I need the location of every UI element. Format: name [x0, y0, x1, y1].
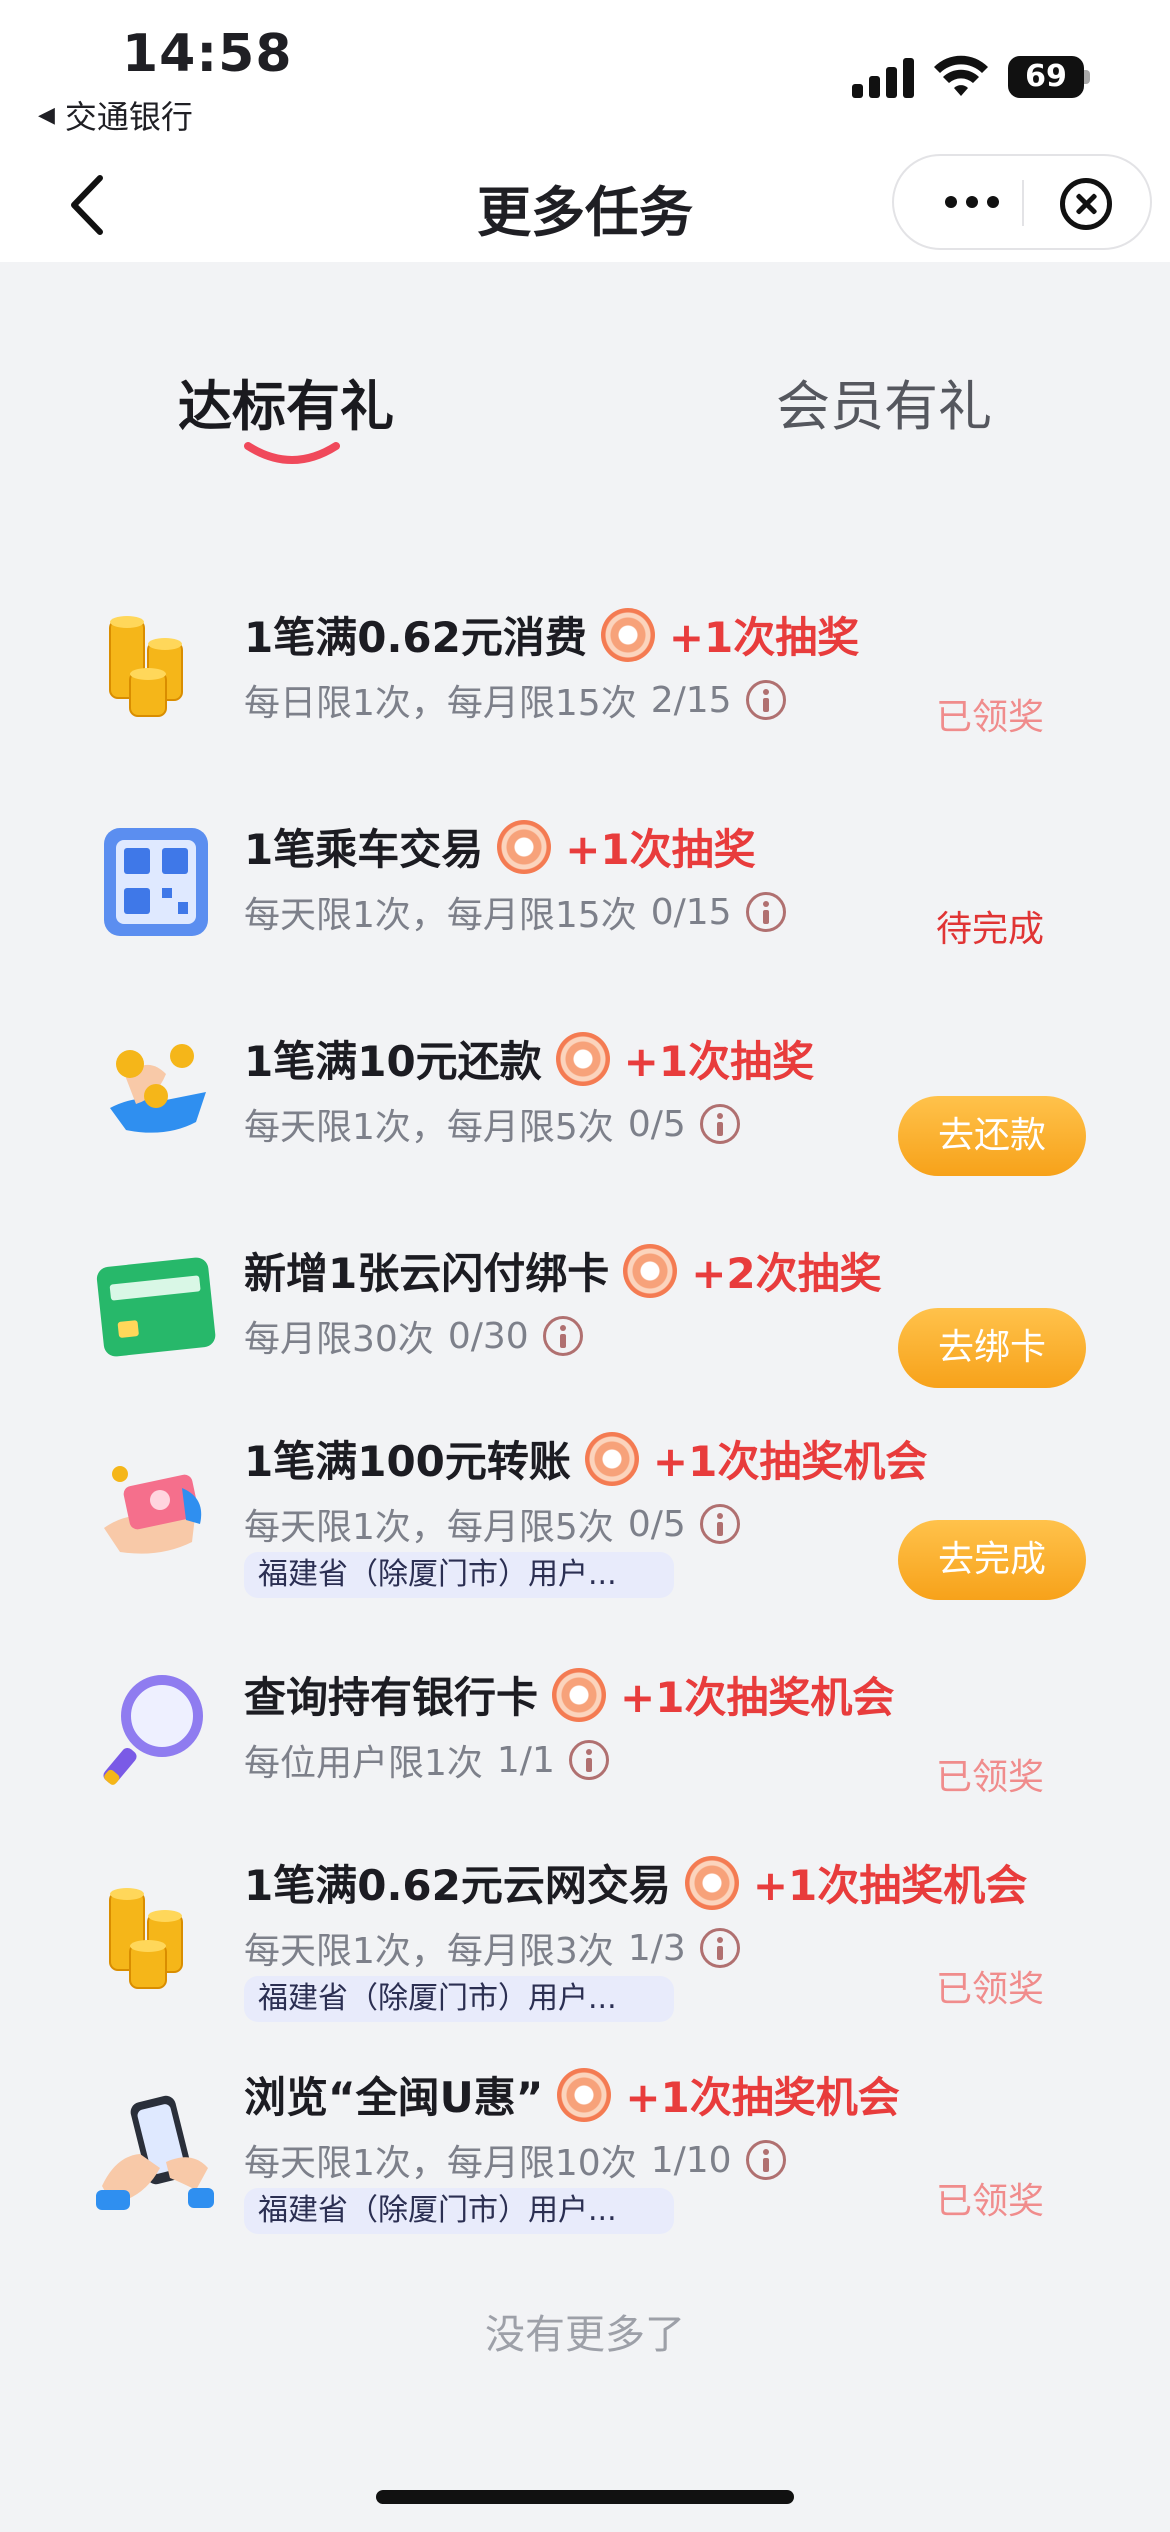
gold-coins-icon: [109, 616, 183, 717]
lottery-coin-icon: [584, 1431, 639, 1486]
info-icon[interactable]: [542, 1316, 583, 1356]
task-item: 新增1张云闪付绑卡 +2次抽奖 每月限30次 0/30 去绑卡: [0, 1240, 1170, 1440]
task-item: 1笔满0.62元云网交易 +1次抽奖机会 每天限1次，每月限3次 1/3 福建省…: [0, 1852, 1170, 2052]
status-claimed: 已领奖: [935, 697, 1044, 738]
lottery-coin-icon: [557, 2067, 612, 2122]
task-progress: 0/30: [447, 1315, 529, 1357]
task-progress: 1/10: [650, 2139, 732, 2181]
task-title: 1笔满0.62元消费: [244, 613, 587, 662]
hand-coins-icon: [110, 1044, 206, 1133]
no-more-footer: 没有更多了: [485, 2312, 685, 2358]
battery-icon: 69: [1008, 56, 1090, 98]
region-restriction-badge: 福建省（除厦门市）用户...: [244, 1976, 674, 2022]
task-reward: +1次抽奖机会: [652, 1437, 928, 1486]
tab-standard-rewards[interactable]: 达标有礼: [178, 362, 394, 441]
task-limit: 每天限1次，每月限5次: [244, 1107, 614, 1148]
task-reward: +1次抽奖: [565, 825, 756, 874]
task-title: 浏览“全闽U惠”: [244, 2073, 544, 2122]
nav-bar: 更多任务: [0, 150, 1170, 262]
status-claimed: 已领奖: [935, 1757, 1044, 1798]
task-limit: 每日限1次，每月限15次: [244, 683, 637, 724]
magnifier-icon: [103, 1675, 203, 1785]
task-title: 1笔满100元转账: [244, 1437, 571, 1486]
info-icon[interactable]: [699, 1928, 740, 1968]
task-title: 1笔乘车交易: [244, 825, 484, 874]
capsule-divider: [1022, 180, 1024, 226]
info-icon[interactable]: [745, 2140, 786, 2180]
back-to-app-link[interactable]: ◀ 交通银行: [38, 92, 193, 138]
info-icon[interactable]: [745, 892, 786, 932]
task-limit: 每天限1次，每月限3次: [244, 1931, 614, 1972]
task-item: 1笔满0.62元消费 +1次抽奖 每日限1次，每月限15次 2/15 已领奖: [0, 604, 1170, 804]
status-claimed: 已领奖: [935, 1969, 1044, 2010]
task-progress: 1/1: [496, 1739, 555, 1781]
go-complete-button[interactable]: 去完成: [898, 1520, 1086, 1600]
info-icon[interactable]: [699, 1504, 740, 1544]
task-item: 1笔满100元转账 +1次抽奖机会 每天限1次，每月限5次 0/5 福建省（除厦…: [0, 1428, 1170, 1628]
task-item: 1笔乘车交易 +1次抽奖 每天限1次，每月限15次 0/15 待完成: [0, 816, 1170, 1016]
task-reward: +1次抽奖: [668, 613, 860, 662]
status-bar: 14:58 ◀ 交通银行 69: [0, 0, 1170, 150]
task-reward: +1次抽奖: [623, 1037, 815, 1086]
task-reward: +1次抽奖机会: [625, 2073, 900, 2122]
back-app-label: 交通银行: [64, 98, 193, 136]
tab-member-rewards[interactable]: 会员有礼: [776, 362, 992, 441]
task-progress: 2/15: [650, 679, 732, 721]
task-title: 1笔满0.62元云网交易: [244, 1861, 671, 1910]
task-reward: +2次抽奖: [691, 1249, 882, 1298]
status-claimed: 已领奖: [935, 2181, 1044, 2222]
task-limit: 每天限1次，每月限15次: [244, 895, 637, 936]
qr-code-icon: [104, 828, 208, 936]
task-item: 浏览“全闽U惠” +1次抽奖机会 每天限1次，每月限10次 1/10 福建省（除…: [0, 2064, 1170, 2264]
mini-program-capsule: [892, 154, 1152, 250]
close-icon[interactable]: [1060, 178, 1112, 230]
hand-phone-icon: [96, 2095, 214, 2210]
task-reward: +1次抽奖机会: [620, 1673, 895, 1722]
info-icon[interactable]: [568, 1740, 609, 1780]
money-transfer-icon: [104, 1466, 202, 1554]
task-progress: 0/15: [650, 891, 732, 933]
task-item: 1笔满10元还款 +1次抽奖 每天限1次，每月限5次 0/5 去还款: [0, 1028, 1170, 1228]
lottery-coin-icon: [555, 1031, 610, 1086]
cellular-signal-icon: [852, 58, 916, 98]
task-progress: 0/5: [627, 1503, 686, 1545]
task-title: 1笔满10元还款: [244, 1037, 542, 1086]
gold-coins-icon: [109, 1888, 183, 1989]
region-restriction-badge: 福建省（除厦门市）用户...: [244, 2188, 674, 2234]
task-progress: 0/5: [627, 1103, 686, 1145]
region-restriction-badge: 福建省（除厦门市）用户...: [244, 1552, 674, 1598]
task-limit: 每位用户限1次: [244, 1743, 483, 1784]
task-title: 查询持有银行卡: [244, 1673, 539, 1722]
task-reward: +1次抽奖机会: [752, 1861, 1028, 1910]
task-title: 新增1张云闪付绑卡: [244, 1249, 610, 1298]
task-limit: 每天限1次，每月限10次: [244, 2143, 637, 2184]
lottery-coin-icon: [497, 819, 552, 874]
go-bind-card-button[interactable]: 去绑卡: [898, 1308, 1086, 1388]
wifi-icon: [934, 55, 988, 96]
info-icon[interactable]: [745, 680, 786, 720]
lottery-coin-icon: [600, 607, 655, 662]
active-tab-indicator: [244, 442, 340, 464]
home-indicator[interactable]: [376, 2490, 794, 2504]
task-item: 查询持有银行卡 +1次抽奖机会 每位用户限1次 1/1 已领奖: [0, 1664, 1170, 1864]
status-pending: 待完成: [935, 909, 1044, 950]
lottery-coin-icon: [684, 1855, 739, 1910]
task-limit: 每天限1次，每月限5次: [244, 1507, 614, 1548]
lottery-coin-icon: [623, 1243, 678, 1298]
task-limit: 每月限30次: [244, 1319, 434, 1360]
back-triangle-icon: ◀: [38, 102, 55, 128]
task-progress: 1/3: [627, 1927, 686, 1969]
go-repay-button[interactable]: 去还款: [898, 1096, 1086, 1176]
lottery-coin-icon: [552, 1667, 607, 1722]
status-time: 14:58: [122, 24, 293, 84]
info-icon[interactable]: [699, 1104, 740, 1144]
more-options-icon[interactable]: [922, 156, 1022, 248]
green-card-icon: [96, 1257, 216, 1357]
battery-level: 69: [1025, 59, 1067, 94]
